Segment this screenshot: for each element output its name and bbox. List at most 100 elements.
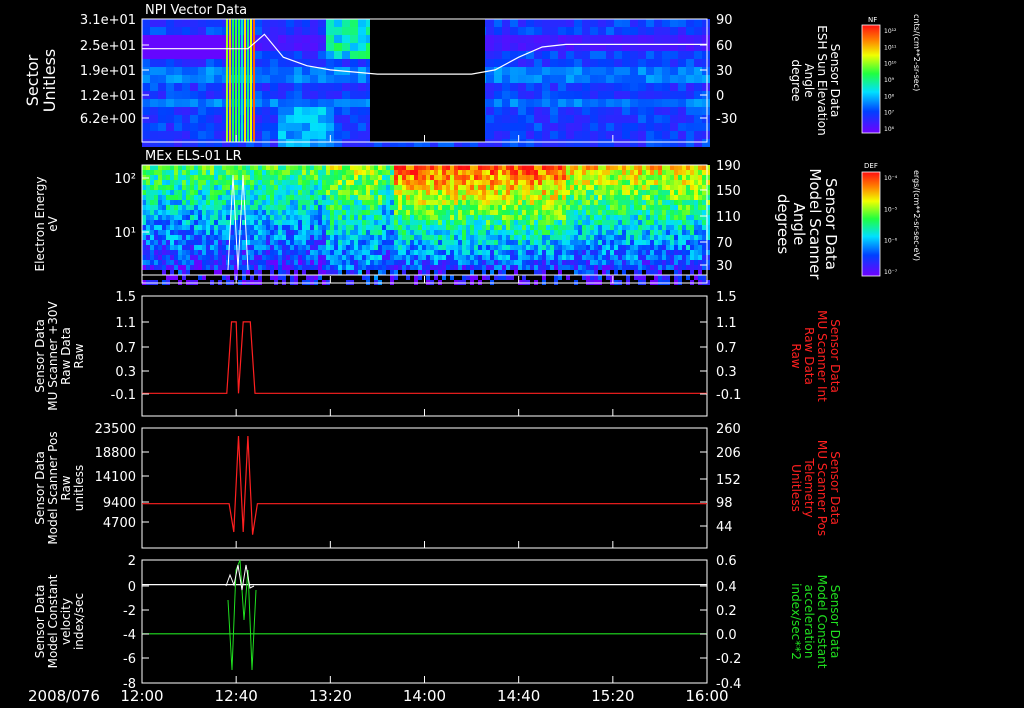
y-axis-label-right: index/sec**2 xyxy=(789,583,803,660)
y-tick-label-left: 0.3 xyxy=(115,365,136,380)
colorbar-tick: 10¹² xyxy=(884,28,897,35)
x-tick-label: 14:40 xyxy=(497,687,540,705)
y-tick-label-right: 150 xyxy=(716,184,741,199)
y-tick-label-left: 0 xyxy=(128,580,136,595)
y-tick-label-left: -6 xyxy=(123,652,136,667)
y-tick-label-right: 0.2 xyxy=(716,604,737,619)
colorbar-tick: 10⁻⁴ xyxy=(884,175,898,182)
y-tick-label-left: 1.2e+01 xyxy=(80,89,136,104)
y-axis-label-right: acceleration xyxy=(802,585,816,659)
y-axis-label-right: degree xyxy=(789,59,803,101)
y-axis-label-left: Raw Data xyxy=(59,327,73,385)
y-axis-label-left: Raw xyxy=(72,343,86,368)
y-tick-label-right: -0.2 xyxy=(716,652,741,667)
y-tick-label-right: 0.0 xyxy=(716,628,737,643)
y-axis-label-left: Model Scanner Pos xyxy=(46,431,60,544)
y-tick-label-right: 206 xyxy=(716,446,741,461)
colorbar-tick: 10⁻⁷ xyxy=(884,269,898,276)
y-tick-label-left: 1.1 xyxy=(115,316,136,331)
y-tick-label-right: 30 xyxy=(716,64,733,79)
y-axis-label-left: MU Scanner +30V xyxy=(46,301,60,411)
colorbar-unit: ergs/(cm**2-sr-sec-eV) xyxy=(912,170,921,261)
y-axis-label-right: Model Constant xyxy=(815,575,829,669)
colorbar-tick: 10⁸ xyxy=(884,93,895,100)
y-tick-label-left: 18800 xyxy=(95,446,136,461)
y-tick-label-left: 0.7 xyxy=(115,341,136,356)
x-tick-label: 13:20 xyxy=(309,687,352,705)
x-tick-label: 16:00 xyxy=(685,687,728,705)
panel-title: NPI Vector Data xyxy=(145,3,247,18)
y-tick-label-right: 0 xyxy=(716,89,724,104)
y-tick-label-right: 190 xyxy=(716,159,741,174)
els-spectrogram-image xyxy=(142,165,710,285)
y-tick-label-right: 60 xyxy=(716,39,733,54)
colorbar-title: DEF xyxy=(864,162,878,170)
colorbar-tick: 10¹¹ xyxy=(884,44,897,51)
colorbar-unit: cnts/(cm**2-sr-sec) xyxy=(912,14,921,91)
y-axis-label-left: Model Constant xyxy=(46,574,60,668)
colorbar-tick: 10⁹ xyxy=(884,77,895,84)
colorbar-nf-swatch xyxy=(861,24,881,134)
y-axis-label-right: Sensor Data xyxy=(828,44,842,118)
colorbar-nf: NF 10¹² 10¹¹ 10¹⁰ 10⁹ 10⁸ 10⁷ 10⁶ cnts/(cm**2-… xyxy=(861,14,921,134)
y-axis-label-left: Sensor Data xyxy=(33,319,47,393)
y-tick-label-right: 260 xyxy=(716,422,741,437)
y-axis-label-right: Unitless xyxy=(789,464,803,512)
y-axis-label-left: velocity xyxy=(59,598,73,645)
x-tick-label: 12:40 xyxy=(215,687,258,705)
y-tick-label-right: -30 xyxy=(716,112,737,127)
npi-data-gap xyxy=(370,19,485,142)
y-tick-label-right: 70 xyxy=(716,236,733,251)
series-line-velocity-white xyxy=(225,564,255,591)
y-axis-label-right: Sensor Data xyxy=(828,585,842,659)
y-tick-label-right: 98 xyxy=(716,496,733,511)
panel-title: MEx ELS-01 LR xyxy=(145,149,242,164)
y-tick-label-right: 152 xyxy=(716,473,741,488)
y-axis-label-right: Raw Data xyxy=(802,327,816,385)
y-tick-label-right: 0.4 xyxy=(716,580,737,595)
y-tick-label-right: 110 xyxy=(716,210,741,225)
y-tick-label-left: 10² xyxy=(114,172,136,187)
colorbar-tick: 10⁻⁵ xyxy=(884,206,898,213)
y-tick-label-left: 2.5e+01 xyxy=(80,39,136,54)
y-tick-label-left: -0.1 xyxy=(111,388,136,403)
y-axis-label-right: degrees xyxy=(774,194,792,255)
series-line-velocity-spikes xyxy=(227,559,257,671)
y-axis-label-left: Electron Energy xyxy=(33,176,47,271)
y-tick-label-left: -2 xyxy=(123,604,136,619)
colorbar-def-swatch xyxy=(861,171,881,277)
y-tick-label-right: 0.6 xyxy=(716,554,737,569)
colorbar-tick: 10¹⁰ xyxy=(884,61,897,68)
y-axis-label-left: Raw xyxy=(59,475,73,500)
panel-npi-vector: NPI Vector Data xyxy=(141,3,710,147)
panel-els: MEx ELS-01 LR xyxy=(141,149,710,285)
x-tick-label: 15:20 xyxy=(591,687,634,705)
plot-canvas: NPI Vector Data MEx ELS-01 LR 3.1e+01 2.5… xyxy=(23,3,921,705)
y-tick-label-left: 3.1e+01 xyxy=(80,13,136,28)
y-tick-label-left: 23500 xyxy=(95,422,136,437)
colorbar-tick: 10⁻⁶ xyxy=(884,238,898,245)
y-tick-label-right: 1.5 xyxy=(716,290,737,305)
y-tick-label-left: -4 xyxy=(123,628,136,643)
y-axis-label-right: Sensor Data xyxy=(828,451,842,525)
y-axis-label-left: unitless xyxy=(72,465,86,511)
y-tick-label-right: 0.3 xyxy=(716,365,737,380)
x-tick-label: 12:00 xyxy=(120,687,163,705)
colorbar-tick: 10⁶ xyxy=(884,126,895,133)
y-axis-label-left: Sensor Data xyxy=(33,451,47,525)
y-tick-label-right: 90 xyxy=(716,13,733,28)
colorbar-tick: 10⁷ xyxy=(884,110,895,117)
y-axis-label-left: eV xyxy=(46,215,60,231)
y-tick-label-left: 2 xyxy=(128,554,136,569)
y-tick-label-left: 4700 xyxy=(103,516,136,531)
y-axis-label-left: Sensor Data xyxy=(33,585,47,659)
y-axis-label-right: ESH Sun Elevation xyxy=(815,25,829,135)
series-line-panel-2 xyxy=(142,321,707,394)
y-tick-label-right: 30 xyxy=(716,259,733,274)
colorbar-def: DEF 10⁻⁴ 10⁻⁵ 10⁻⁶ 10⁻⁷ ergs/(cm**2-sr-sec-… xyxy=(861,162,921,277)
x-tick-label: 14:00 xyxy=(403,687,446,705)
colorbar-title: NF xyxy=(868,16,877,24)
y-tick-label-right: 0.7 xyxy=(716,341,737,356)
date-label: 2008/076 xyxy=(28,687,100,705)
y-tick-label-left: 6.2e+00 xyxy=(80,112,136,127)
